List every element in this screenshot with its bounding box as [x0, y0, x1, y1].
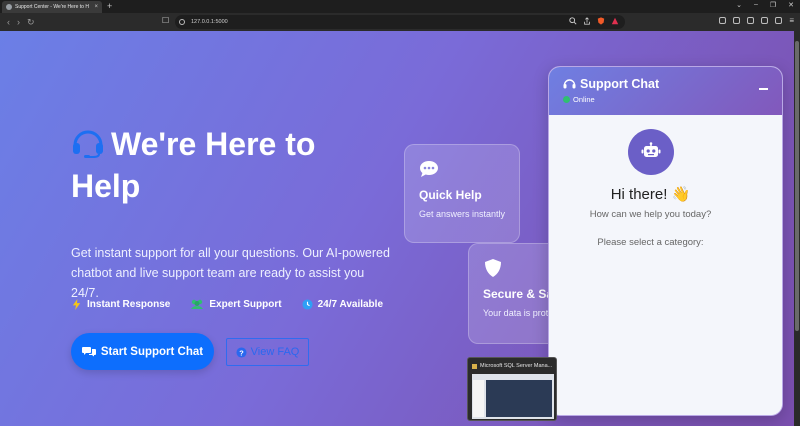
comments-icon [81, 347, 96, 357]
feature-label: Instant Response [87, 299, 171, 310]
sidebar-icon[interactable] [719, 17, 727, 24]
shield-icon [485, 259, 501, 277]
back-icon[interactable]: ‹ [7, 17, 10, 27]
leo-icon[interactable] [761, 17, 769, 24]
preview-title-text: Microsoft SQL Server Mana... [480, 363, 553, 369]
page-scrollbar[interactable] [794, 31, 800, 426]
brave-shield-icon[interactable] [597, 17, 605, 25]
bot-avatar [628, 129, 674, 175]
wallet-icon[interactable] [747, 17, 755, 24]
address-bar-icons [569, 17, 619, 25]
headset-icon [563, 79, 576, 89]
tab-search-icon[interactable]: ⌄ [736, 1, 742, 9]
extensions-icon[interactable] [733, 17, 741, 24]
support-chat-widget: Support Chat Online Hi there! 👋 How can … [548, 66, 783, 416]
feature-24-7-available: 24/7 Available [302, 299, 383, 310]
address-bar[interactable]: 127.0.0.1:5000 [175, 15, 625, 29]
close-window-button[interactable]: ✕ [788, 1, 794, 9]
toolbar-right: ≡ [719, 17, 794, 25]
chat-title: Support Chat [563, 77, 659, 91]
chat-status: Online [563, 95, 595, 104]
question-circle-icon: ? [236, 346, 247, 358]
browser-toolbar: ‹ › ↻ ☐ 127.0.0.1:5000 ≡ [0, 13, 800, 31]
new-tab-button[interactable]: + [107, 2, 112, 11]
minimize-window-button[interactable]: – [754, 1, 758, 9]
feature-instant-response: Instant Response [71, 299, 170, 310]
hero-title-text: We're Here to Help [71, 126, 316, 204]
category-prompt: Please select a category: [597, 237, 704, 248]
clock-icon [302, 299, 313, 310]
page-content: We're Here to Help Get instant support f… [0, 31, 800, 426]
chat-status-text: Online [573, 95, 595, 104]
preview-title: Microsoft SQL Server Mana... [472, 363, 556, 369]
robot-icon [641, 142, 661, 157]
tab-favicon-icon [6, 3, 12, 10]
quick-help-card: Quick Help Get answers instantly [404, 144, 520, 243]
svg-text:?: ? [239, 348, 244, 357]
start-support-chat-label: Start Support Chat [100, 345, 204, 358]
thumbnail-pane [486, 380, 552, 417]
hero-heading: We're Here to Help [71, 123, 361, 207]
start-support-chat-button[interactable]: Start Support Chat [71, 333, 214, 370]
url-text[interactable]: 127.0.0.1:5000 [191, 19, 228, 25]
feature-list: Instant Response Expert Support 24/7 Ava… [71, 299, 383, 310]
restore-window-button[interactable]: ❐ [770, 1, 776, 9]
chat-greeting: Hi there! 👋 [610, 186, 691, 203]
forward-icon[interactable]: › [17, 17, 20, 27]
feature-label: Expert Support [209, 299, 282, 310]
scrollbar-thumb[interactable] [795, 41, 799, 331]
reload-icon[interactable]: ↻ [27, 17, 35, 27]
chat-title-text: Support Chat [580, 77, 660, 91]
zoom-icon[interactable] [569, 17, 577, 25]
view-faq-label: View FAQ [250, 346, 300, 358]
feature-label: 24/7 Available [317, 299, 384, 310]
chat-greeting-subtitle: How can we help you today? [589, 209, 712, 220]
chat-bubble-icon [420, 161, 438, 177]
window-controls: ⌄ – ❐ ✕ [736, 1, 794, 9]
online-status-icon [563, 96, 570, 103]
headset-icon [73, 130, 103, 158]
taskbar-window-preview[interactable]: Microsoft SQL Server Mana... [467, 357, 557, 421]
tab-title: Support Center - We're Here to H [15, 3, 89, 10]
site-info-icon[interactable] [179, 19, 185, 25]
tab-bar: Support Center - We're Here to H × + ⌄ –… [0, 0, 800, 13]
thumbnail-sidebar [473, 380, 484, 417]
card-subtitle: Get answers instantly [419, 209, 506, 219]
close-tab-icon[interactable]: × [94, 4, 98, 10]
chat-header: Support Chat Online [549, 67, 782, 115]
menu-icon[interactable]: ≡ [789, 17, 794, 25]
users-icon [191, 299, 204, 309]
card-title: Quick Help [419, 188, 482, 202]
sql-server-app-icon [472, 363, 477, 369]
vpn-icon[interactable] [775, 17, 783, 24]
hero-description: Get instant support for all your questio… [71, 246, 390, 300]
view-faq-button[interactable]: ? View FAQ [226, 338, 309, 366]
brave-rewards-icon[interactable] [611, 17, 619, 25]
minimize-chat-button[interactable] [759, 88, 768, 90]
lightning-icon [72, 299, 81, 310]
preview-thumbnail [472, 374, 554, 419]
chat-body: Hi there! 👋 How can we help you today? P… [549, 115, 782, 415]
share-icon[interactable] [583, 17, 591, 25]
bookmark-icon[interactable]: ☐ [162, 16, 169, 25]
browser-tab[interactable]: Support Center - We're Here to H × [2, 0, 102, 13]
feature-expert-support: Expert Support [190, 299, 282, 310]
